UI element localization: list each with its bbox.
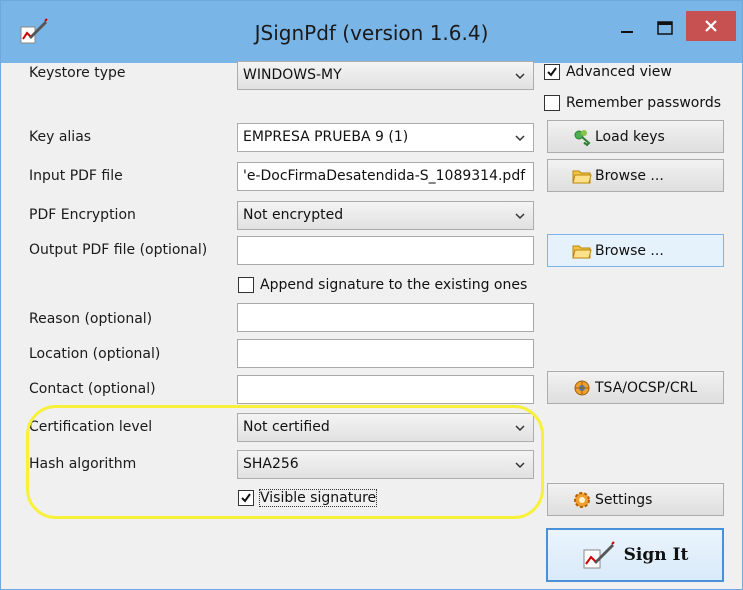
key-alias-value: EMPRESA PRUEBA 9 (1) [243, 129, 409, 145]
app-window: JSignPdf (version 1.6.4) Keystore type W… [0, 0, 743, 590]
chevron-down-icon [515, 73, 525, 80]
title-bar[interactable]: JSignPdf (version 1.6.4) [1, 1, 742, 63]
pdf-encryption-value: Not encrypted [243, 207, 344, 223]
browse-input-label: Browse ... [595, 167, 664, 184]
checkbox-box [544, 95, 560, 111]
keystore-type-label: Keystore type [29, 65, 126, 81]
append-signature-checkbox[interactable]: Append signature to the existing ones [238, 277, 527, 293]
sign-it-button[interactable]: Sign It [546, 528, 724, 582]
keystore-type-select[interactable]: WINDOWS-MY [237, 61, 534, 90]
input-pdf-label: Input PDF file [29, 168, 123, 184]
close-icon [705, 20, 717, 32]
checkmark-icon [547, 67, 557, 77]
location-field[interactable] [237, 339, 534, 368]
load-keys-label: Load keys [595, 128, 665, 145]
tsa-ocsp-crl-button[interactable]: TSA/OCSP/CRL [547, 371, 724, 404]
input-pdf-field[interactable]: 'e-DocFirmaDesatendida-S_1089314.pdf [237, 162, 534, 191]
highlight-annotation [26, 405, 544, 519]
pdf-encryption-select[interactable]: Not encrypted [237, 201, 534, 230]
maximize-button[interactable] [649, 13, 681, 43]
network-icon [574, 380, 590, 395]
load-keys-button[interactable]: Load keys [547, 120, 724, 153]
pen-signature-icon [583, 541, 615, 569]
browse-output-button[interactable]: Browse ... [547, 234, 724, 267]
location-label: Location (optional) [29, 346, 161, 362]
key-alias-select[interactable]: EMPRESA PRUEBA 9 (1) [237, 123, 534, 152]
settings-label: Settings [595, 491, 653, 508]
reason-field[interactable] [237, 303, 534, 332]
pdf-encryption-label: PDF Encryption [29, 207, 136, 223]
output-pdf-label: Output PDF file (optional) [29, 242, 208, 258]
chevron-down-icon [515, 213, 525, 220]
remember-passwords-label: Remember passwords [566, 95, 722, 111]
settings-button[interactable]: Settings [547, 483, 724, 516]
minimize-button[interactable] [611, 13, 643, 43]
checkbox-box [544, 64, 560, 80]
sign-it-label: Sign It [623, 545, 689, 565]
minimize-icon [621, 31, 633, 33]
contact-field[interactable] [237, 375, 534, 404]
checkbox-box [238, 277, 254, 293]
chevron-down-icon [515, 135, 525, 142]
reason-label: Reason (optional) [29, 311, 153, 327]
advanced-view-checkbox[interactable]: Advanced view [544, 64, 672, 80]
key-alias-label: Key alias [29, 129, 92, 145]
browse-output-label: Browse ... [595, 242, 664, 259]
maximize-icon [657, 21, 673, 35]
remember-passwords-checkbox[interactable]: Remember passwords [544, 95, 721, 111]
append-signature-label: Append signature to the existing ones [260, 277, 528, 293]
output-pdf-field[interactable] [237, 236, 534, 265]
tsa-ocsp-crl-label: TSA/OCSP/CRL [595, 379, 698, 396]
folder-icon [572, 170, 592, 183]
keystore-type-value: WINDOWS-MY [243, 67, 342, 83]
browse-input-button[interactable]: Browse ... [547, 159, 724, 192]
folder-icon [572, 245, 592, 258]
contact-label: Contact (optional) [29, 381, 156, 397]
close-button[interactable] [686, 11, 736, 41]
keys-icon [574, 129, 591, 146]
advanced-view-label: Advanced view [566, 64, 672, 80]
gear-icon [574, 491, 590, 508]
